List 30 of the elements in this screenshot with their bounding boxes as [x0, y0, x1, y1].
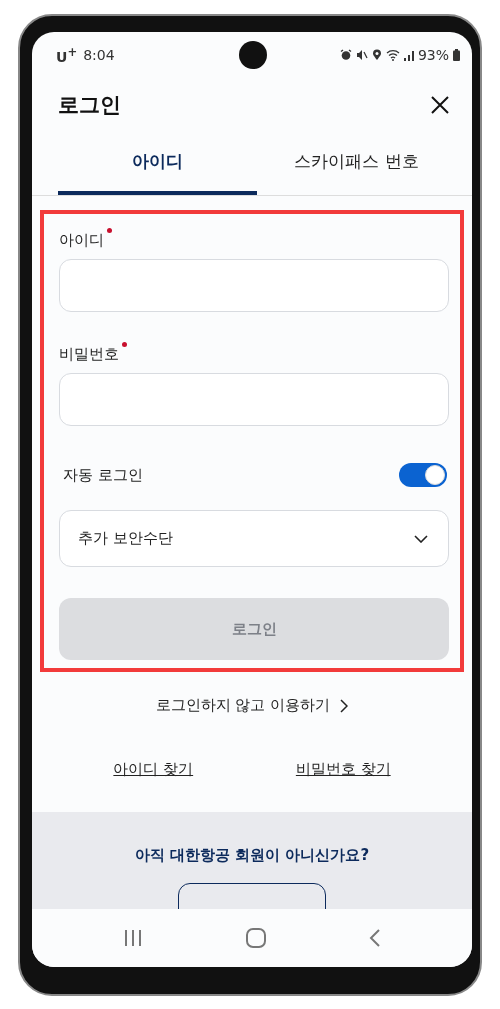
- mute-icon: [355, 48, 368, 61]
- page-title: 로그인: [58, 91, 121, 119]
- battery-level: 93%: [417, 46, 449, 63]
- guest-link[interactable]: 로그인하지 않고 이용하기: [155, 696, 331, 715]
- battery-icon: [453, 48, 460, 61]
- close-icon[interactable]: [430, 94, 450, 115]
- tab[interactable]: 아이디: [58, 132, 257, 195]
- carrier-label: U$^{+}$: [56, 44, 78, 65]
- field-label: 비밀번호: [59, 344, 119, 364]
- alarm-icon: [339, 48, 352, 61]
- auto-login-label: 자동 로그인: [63, 465, 143, 485]
- find-link[interactable]: 아이디 찾기: [113, 760, 194, 779]
- tab[interactable]: 스카이패스 번호: [257, 132, 456, 195]
- chevron-down-icon: [414, 534, 428, 543]
- location-icon: [371, 48, 382, 61]
- wifi-icon: [385, 48, 400, 61]
- signal-icon: [403, 48, 414, 61]
- field-label: 아이디: [59, 230, 104, 250]
- recents-icon[interactable]: [123, 928, 143, 948]
- input-field[interactable]: [59, 259, 449, 312]
- back-icon[interactable]: [369, 928, 381, 948]
- signup-prompt: 아직 대한항공 회원이 아니신가요?: [134, 845, 370, 865]
- chevron-right-icon: [340, 698, 349, 713]
- home-icon[interactable]: [245, 927, 267, 949]
- find-link[interactable]: 비밀번호 찾기: [295, 760, 391, 779]
- input-field[interactable]: [59, 373, 449, 426]
- security-dropdown[interactable]: 추가 보안수단: [59, 510, 449, 567]
- toggle-switch[interactable]: [399, 463, 447, 487]
- camera-hole: [239, 41, 267, 69]
- status-time: 8:04: [83, 46, 115, 63]
